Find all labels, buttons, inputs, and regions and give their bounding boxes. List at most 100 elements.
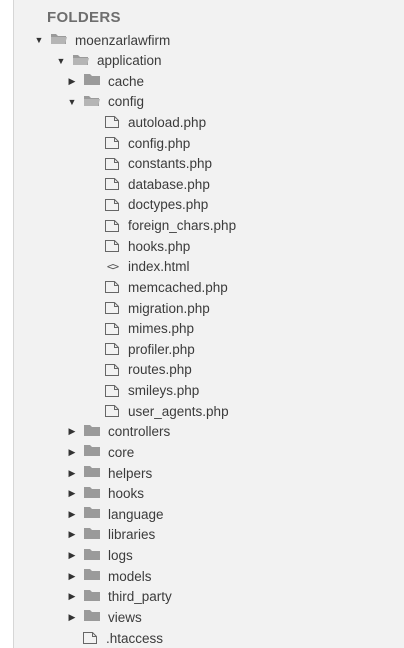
file-item[interactable]: autoload.php xyxy=(104,112,206,132)
chevron-right-icon[interactable]: ▶ xyxy=(67,591,77,602)
tree-item-controllers[interactable]: ▶ controllers xyxy=(67,422,171,442)
chevron-right-icon[interactable]: ▶ xyxy=(67,529,77,540)
file-icon xyxy=(104,404,121,418)
file-item[interactable]: routes.php xyxy=(104,360,192,380)
tree-item-cache[interactable]: ▶ cache xyxy=(67,71,145,91)
file-icon xyxy=(104,384,121,398)
file-label: autoload.php xyxy=(128,114,207,130)
file-item[interactable]: foreign_chars.php xyxy=(104,216,236,236)
tree-item-hooks[interactable]: ▶ hooks xyxy=(67,484,145,504)
file-icon xyxy=(104,219,121,233)
file-label: memcached.php xyxy=(128,279,228,295)
tree-item-label: application xyxy=(97,53,162,69)
file-item-htaccess[interactable]: .htaccess xyxy=(82,628,163,648)
file-icon xyxy=(104,115,121,129)
file-label: database.php xyxy=(128,176,210,192)
file-label: user_agents.php xyxy=(128,403,229,419)
file-item[interactable]: smileys.php xyxy=(104,381,199,401)
tree-item-third-party[interactable]: ▶ third_party xyxy=(67,587,172,607)
code-icon: <> xyxy=(106,260,119,274)
folders-header: FOLDERS xyxy=(47,9,121,26)
chevron-right-icon[interactable]: ▶ xyxy=(67,509,77,520)
chevron-right-icon[interactable]: ▶ xyxy=(67,612,77,623)
folder-icon xyxy=(83,568,101,584)
folder-icon xyxy=(83,548,101,564)
tree-item-language[interactable]: ▶ language xyxy=(67,504,164,524)
chevron-down-icon[interactable]: ▼ xyxy=(34,35,44,45)
folder-open-icon xyxy=(83,94,101,110)
file-icon xyxy=(104,322,121,336)
sidebar-panel: FOLDERS ▼ moenzarlawfirm ▼ application ▶… xyxy=(13,0,404,648)
chevron-right-icon[interactable]: ▶ xyxy=(67,468,77,479)
chevron-right-icon[interactable]: ▶ xyxy=(67,550,77,561)
tree-item-label: moenzarlawfirm xyxy=(75,32,171,48)
folder-icon xyxy=(83,465,101,481)
file-icon xyxy=(104,280,121,294)
file-item[interactable]: doctypes.php xyxy=(104,195,208,215)
file-item[interactable]: migration.php xyxy=(104,298,210,318)
file-item[interactable]: hooks.php xyxy=(104,236,190,256)
file-item[interactable]: profiler.php xyxy=(104,339,195,359)
chevron-right-icon[interactable]: ▶ xyxy=(67,76,77,87)
folder-icon xyxy=(83,609,101,625)
tree-item-label: core xyxy=(108,444,135,460)
tree-item-helpers[interactable]: ▶ helpers xyxy=(67,463,153,483)
tree-item-libraries[interactable]: ▶ libraries xyxy=(67,525,156,545)
file-item[interactable]: constants.php xyxy=(104,154,212,174)
file-icon xyxy=(104,342,121,356)
tree-item-label: hooks xyxy=(108,486,145,502)
tree-item-label: models xyxy=(108,568,152,584)
folder-icon xyxy=(83,486,101,502)
folder-icon xyxy=(83,527,101,543)
file-icon xyxy=(104,198,121,212)
file-label: routes.php xyxy=(128,362,192,378)
file-icon xyxy=(82,631,99,645)
chevron-right-icon[interactable]: ▶ xyxy=(67,426,77,437)
file-icon xyxy=(104,157,121,171)
file-label: .htaccess xyxy=(106,630,164,646)
chevron-right-icon[interactable]: ▶ xyxy=(67,488,77,499)
tree-item-logs[interactable]: ▶ logs xyxy=(67,546,133,566)
chevron-down-icon[interactable]: ▼ xyxy=(56,56,66,66)
folder-icon xyxy=(83,506,101,522)
file-icon xyxy=(104,136,121,150)
tree-item-label: controllers xyxy=(108,424,171,440)
file-item[interactable]: config.php xyxy=(104,133,190,153)
tree-item-moenzarlawfirm[interactable]: ▼ moenzarlawfirm xyxy=(34,30,171,50)
tree-item-label: config xyxy=(108,94,145,110)
file-item[interactable]: user_agents.php xyxy=(104,401,229,421)
file-label: index.html xyxy=(128,259,190,275)
folder-open-icon xyxy=(50,32,68,48)
chevron-right-icon[interactable]: ▶ xyxy=(67,447,77,458)
file-label: mimes.php xyxy=(128,321,195,337)
file-item[interactable]: database.php xyxy=(104,174,210,194)
file-label: hooks.php xyxy=(128,238,191,254)
file-label: foreign_chars.php xyxy=(128,218,237,234)
folder-open-icon xyxy=(72,53,90,69)
tree-item-views[interactable]: ▶ views xyxy=(67,607,142,627)
file-item[interactable]: <> index.html xyxy=(104,257,190,277)
file-label: profiler.php xyxy=(128,341,195,357)
file-label: migration.php xyxy=(128,300,210,316)
file-label: smileys.php xyxy=(128,383,200,399)
file-icon xyxy=(104,301,121,315)
tree-item-label: libraries xyxy=(108,527,156,543)
tree-item-application[interactable]: ▼ application xyxy=(56,51,162,71)
file-item[interactable]: memcached.php xyxy=(104,277,228,297)
file-icon xyxy=(104,239,121,253)
tree-item-config[interactable]: ▼ config xyxy=(67,92,145,112)
tree-item-label: language xyxy=(108,506,164,522)
file-label: config.php xyxy=(128,135,191,151)
tree-item-label: cache xyxy=(108,73,145,89)
folder-icon xyxy=(83,424,101,440)
tree-item-label: third_party xyxy=(108,589,172,605)
tree-item-label: helpers xyxy=(108,465,153,481)
tree-item-label: views xyxy=(108,609,142,625)
folder-icon xyxy=(83,444,101,460)
tree-item-models[interactable]: ▶ models xyxy=(67,566,152,586)
chevron-right-icon[interactable]: ▶ xyxy=(67,571,77,582)
chevron-down-icon[interactable]: ▼ xyxy=(67,97,77,107)
tree-item-core[interactable]: ▶ core xyxy=(67,442,135,462)
file-item[interactable]: mimes.php xyxy=(104,319,194,339)
file-icon xyxy=(104,177,121,191)
